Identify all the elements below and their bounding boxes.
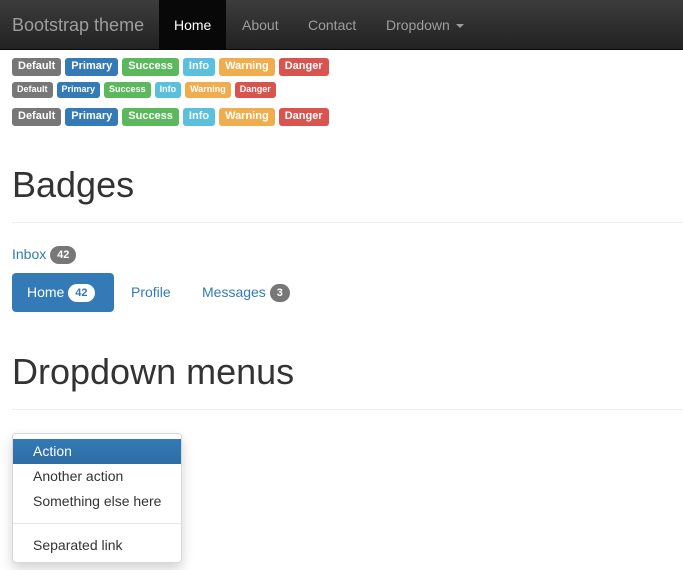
label-warning: Warning: [185, 82, 231, 98]
dropdown-menu: Action Another action Something else her…: [12, 433, 182, 563]
dropdown-menus-heading: Dropdown menus: [12, 351, 295, 392]
inbox-link[interactable]: Inbox 42: [12, 244, 77, 265]
label-default: Default: [12, 58, 62, 76]
labels-row-2: Default Primary Success Info Warning Dan…: [12, 82, 276, 98]
labels-row-3: Default Primary Success Info Warning Dan…: [12, 108, 329, 126]
pill-label: Profile: [131, 284, 171, 300]
label-success: Success: [122, 108, 179, 126]
pill-home[interactable]: Home 42: [12, 273, 114, 312]
pill-label: Home: [27, 284, 65, 300]
label-danger: Danger: [278, 108, 329, 126]
divider: [12, 222, 683, 223]
dropdown-item-something-else[interactable]: Something else here: [13, 489, 181, 514]
label-success: Success: [122, 58, 179, 76]
caret-down-icon: [455, 24, 464, 29]
nav-item-label: About: [242, 17, 279, 33]
labels-row-1: Default Primary Success Info Warning Dan…: [12, 58, 329, 76]
pill-profile[interactable]: Profile: [116, 273, 186, 312]
pill-badge: 3: [269, 284, 290, 303]
pill-label: Messages: [202, 284, 266, 300]
navbar-brand[interactable]: Bootstrap theme: [12, 0, 144, 50]
pill-messages[interactable]: Messages 3: [187, 273, 305, 312]
dropdown-item-another-action[interactable]: Another action: [13, 464, 181, 489]
label-warning: Warning: [219, 58, 275, 76]
inbox-badge: 42: [50, 246, 77, 265]
nav-item-home[interactable]: Home: [159, 0, 227, 50]
label-primary: Primary: [65, 58, 119, 76]
label-success: Success: [104, 82, 151, 98]
divider: [12, 409, 683, 410]
label-info: Info: [154, 82, 182, 98]
dropdown-item-separated-link[interactable]: Separated link: [13, 533, 181, 558]
nav-item-dropdown[interactable]: Dropdown: [371, 0, 479, 50]
nav-item-contact[interactable]: Contact: [293, 0, 371, 50]
label-info: Info: [182, 108, 216, 126]
pill-badge: 42: [68, 284, 95, 303]
badges-heading: Badges: [12, 164, 135, 205]
dropdown-divider: [13, 523, 181, 524]
label-primary: Primary: [65, 108, 119, 126]
inbox-label: Inbox: [12, 246, 47, 262]
nav-item-about[interactable]: About: [227, 0, 294, 50]
nav-item-label: Home: [174, 17, 212, 33]
nav-item-label: Contact: [308, 17, 357, 33]
label-default: Default: [12, 82, 53, 98]
label-default: Default: [12, 108, 62, 126]
nav-item-label: Dropdown: [386, 17, 450, 33]
label-danger: Danger: [278, 58, 329, 76]
dropdown-item-action[interactable]: Action: [13, 439, 181, 464]
navbar: Bootstrap theme Home About Contact Dropd…: [0, 0, 683, 50]
label-danger: Danger: [234, 82, 276, 98]
label-primary: Primary: [56, 82, 101, 98]
label-info: Info: [182, 58, 216, 76]
label-warning: Warning: [219, 108, 275, 126]
